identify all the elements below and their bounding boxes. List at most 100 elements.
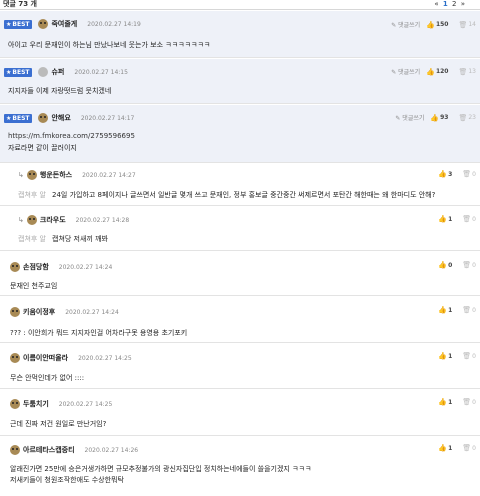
avatar[interactable] <box>26 215 37 225</box>
downvote-count: 23 <box>468 114 476 121</box>
pager-next[interactable]: » <box>461 0 466 8</box>
trash-icon[interactable]: 🗑 <box>458 114 467 122</box>
avatar[interactable] <box>10 399 20 409</box>
trash-icon[interactable]: 🗑 <box>462 398 471 406</box>
comment-date: 2020.02.27 14:26 <box>84 446 139 454</box>
upvote-count: 1 <box>448 444 453 452</box>
best-badge: ★BEST <box>4 19 33 29</box>
downvote-count: 0 <box>472 215 476 223</box>
comment-nickname[interactable]: 죽여줄게 <box>51 19 77 29</box>
comment-text: ??? : 이안희가 뭐드 지지자인걸 어차라구못 용영용 초기포키 <box>10 329 188 337</box>
trash-icon[interactable]: 🗑 <box>462 352 471 360</box>
comment-text: 캡쳐후 알 캡쳐당 저새끼 깨봐 <box>18 235 108 243</box>
star-icon: ★ <box>6 20 12 28</box>
upvote-count: 120 <box>435 68 449 75</box>
reply-button[interactable]: ✎ 댓글쓰기 <box>391 67 420 76</box>
comment-nickname[interactable]: 슈퍼 <box>51 67 64 77</box>
reply-arrow-icon: ↳ <box>18 216 24 224</box>
upvote-count: 1 <box>448 306 453 314</box>
pagination: « 1 2 » <box>434 0 466 9</box>
avatar[interactable] <box>10 445 20 455</box>
trash-icon[interactable]: 🗑 <box>458 68 467 76</box>
comment-text: 캡쳐후 알 24일 가입하고 8페이지나 글쓰면서 일반글 몇개 쓰고 문재인, … <box>18 191 436 199</box>
avatar[interactable] <box>10 353 20 363</box>
upvote-count: 1 <box>448 215 453 223</box>
upvote-count: 1 <box>448 352 453 360</box>
comment-date: 2020.02.27 14:15 <box>74 68 128 76</box>
upvote-count: 93 <box>440 114 449 121</box>
best-badge: ★BEST <box>4 113 33 123</box>
downvote-count: 0 <box>472 444 476 452</box>
avatar[interactable] <box>10 262 20 272</box>
comment-text: 알래진가면 25만에 승은거생가하면 규모추정불가의 광신자집단입 정치하는네에… <box>10 465 312 473</box>
comment-nickname[interactable]: 키움이정후 <box>23 307 55 317</box>
trash-icon[interactable]: 🗑 <box>462 306 471 314</box>
upvote-count: 1 <box>448 398 453 406</box>
avatar[interactable] <box>38 67 49 77</box>
downvote-count: 0 <box>472 170 476 178</box>
downvote-count: 13 <box>468 68 476 75</box>
downvote-count: 14 <box>468 21 476 28</box>
trash-icon[interactable]: 🗑 <box>462 444 471 452</box>
comment-text: 자료라면 같이 끌러이지 <box>8 144 77 152</box>
best-comment: ★BEST 죽여줄게 2020.02.27 14:19 ✎ 댓글쓰기 👍 150… <box>0 11 480 58</box>
thumbs-up-icon[interactable]: 👍 <box>426 21 435 29</box>
comment-nickname[interactable]: 행운돈하스 <box>40 170 72 180</box>
comment-text-line2: 저새키들이 청원조작한애도 수상한뭐탁 <box>10 476 124 484</box>
star-icon: ★ <box>6 114 12 122</box>
comment: 키움이정후 2020.02.27 14:24 👍 1 🗑 0 ??? : 이안희… <box>0 297 480 343</box>
comment-date: 2020.02.27 14:27 <box>82 171 136 179</box>
thumbs-up-icon[interactable]: 👍 <box>438 215 447 223</box>
avatar[interactable] <box>38 19 49 29</box>
avatar[interactable] <box>26 170 37 180</box>
thumbs-up-icon[interactable]: 👍 <box>438 398 447 406</box>
trash-icon[interactable]: 🗑 <box>458 21 467 29</box>
comment-link[interactable]: https://m.fmkorea.com/2759596695 <box>8 132 135 141</box>
comment-text: 아이고 우리 문재인이 하는님 만났나보네 웃는가 보소 ㅋㅋㅋㅋㅋㅋㅋ <box>8 41 211 49</box>
comment-nickname[interactable]: 이름이안떠올라 <box>23 353 68 363</box>
thumbs-up-icon[interactable]: 👍 <box>426 68 435 76</box>
comment-nickname[interactable]: 두툼치기 <box>23 399 49 409</box>
trash-icon[interactable]: 🗑 <box>462 261 471 269</box>
comment-date: 2020.02.27 14:25 <box>58 400 113 408</box>
comment-date: 2020.02.27 14:24 <box>58 263 113 271</box>
thumbs-up-icon[interactable]: 👍 <box>438 444 447 452</box>
comment-nickname[interactable]: 크라우도 <box>40 215 66 225</box>
reply-tag: 캡쳐후 알 <box>18 235 46 243</box>
comment-text: 문재인 천주교임 <box>10 282 58 290</box>
avatar[interactable] <box>38 113 49 123</box>
thumbs-up-icon[interactable]: 👍 <box>438 306 447 314</box>
reply-arrow-icon: ↳ <box>18 171 24 179</box>
downvote-count: 0 <box>472 261 476 269</box>
thumbs-up-icon[interactable]: 👍 <box>438 352 447 360</box>
downvote-count: 0 <box>472 306 476 314</box>
thumbs-up-icon[interactable]: 👍 <box>438 170 447 178</box>
reply-comment: ↳ 행운돈하스 2020.02.27 14:27 👍 3 🗑 0 캡쳐후 알 24… <box>0 164 480 206</box>
trash-icon[interactable]: 🗑 <box>462 170 471 178</box>
comment-nickname[interactable]: 손점당함 <box>23 262 49 272</box>
pager-page-1[interactable]: 1 <box>443 0 449 8</box>
star-icon: ★ <box>6 68 12 76</box>
comment-text: 지지자들 이제 자랑떳드럼 뭇치겠네 <box>8 87 112 95</box>
reply-comment: ↳ 크라우도 2020.02.27 14:28 👍 1 🗑 0 캡쳐후 알 캡쳐당… <box>0 207 480 251</box>
reply-button[interactable]: ✎ 댓글쓰기 <box>395 113 424 122</box>
pager-prev[interactable]: « <box>434 0 439 8</box>
comment-date: 2020.02.27 14:24 <box>65 308 119 316</box>
comment: 이름이안떠올라 2020.02.27 14:25 👍 1 🗑 0 무슨 안먹인데… <box>0 344 480 389</box>
thumbs-up-icon[interactable]: 👍 <box>438 261 447 269</box>
comment: 아르테타스캡중티 2020.02.27 14:26 👍 1 🗑 0 알래진가면 … <box>0 437 480 496</box>
upvote-count: 150 <box>435 21 449 28</box>
comment-text: 근데 진짜 저건 원일로 만난거임? <box>10 420 107 428</box>
pager-page-2[interactable]: 2 <box>452 0 457 8</box>
comment-text: 무슨 안먹인데가 없어 :::: <box>10 374 85 382</box>
comment-nickname[interactable]: 아르테타스캡중티 <box>23 445 75 455</box>
comment-nickname[interactable]: 안해요 <box>51 113 70 123</box>
comment: 손점당함 2020.02.27 14:24 👍 0 🗑 0 문재인 천주교임 <box>0 252 480 296</box>
reply-button[interactable]: ✎ 댓글쓰기 <box>391 20 420 29</box>
comment-date: 2020.02.27 14:19 <box>87 20 141 28</box>
downvote-count: 0 <box>472 352 476 360</box>
comment: 두툼치기 2020.02.27 14:25 👍 1 🗑 0 근데 진짜 저건 원… <box>0 390 480 436</box>
avatar[interactable] <box>10 307 20 317</box>
trash-icon[interactable]: 🗑 <box>462 215 471 223</box>
thumbs-up-icon[interactable]: 👍 <box>430 114 439 122</box>
